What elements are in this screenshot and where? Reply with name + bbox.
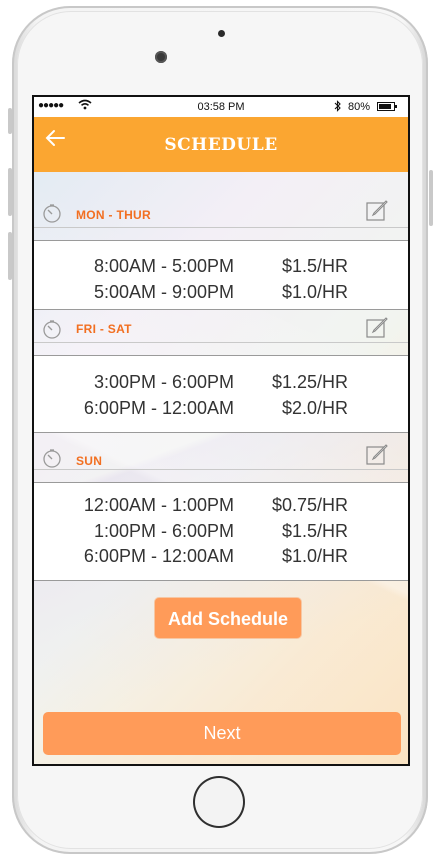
earpiece-speaker [218, 30, 225, 37]
time-range: 6:00PM - 12:00AM [83, 546, 234, 566]
day-label: SUN [76, 454, 103, 468]
day-label: MON - THUR [76, 208, 151, 222]
schedule-row[interactable]: 6:00PM - 12:00AM $1.0/HR [34, 546, 408, 572]
power-button [429, 170, 433, 226]
schedule-row[interactable]: 8:00AM - 5:00PM $1.5/HR [34, 256, 408, 282]
schedule-row[interactable]: 12:00AM - 1:00PM $0.75/HR [34, 495, 408, 521]
status-bar: ●●●●● 03:58 PM 80% [34, 97, 408, 117]
app-header: SCHEDULE [34, 117, 408, 172]
time-range: 6:00PM - 12:00AM [83, 398, 234, 418]
edit-icon[interactable] [366, 443, 388, 465]
section-header-sun: SUN [34, 435, 408, 483]
edit-icon[interactable] [366, 199, 388, 221]
divider [34, 342, 408, 343]
hourly-rate: $1.0/HR [281, 282, 348, 302]
add-schedule-button[interactable]: Add Schedule [154, 597, 302, 639]
timer-icon [43, 204, 61, 223]
home-button[interactable] [193, 776, 245, 828]
edit-icon[interactable] [366, 316, 388, 338]
section-header-mon-thur: MON - THUR [34, 195, 408, 241]
schedule-list-mon-thur: 8:00AM - 5:00PM $1.5/HR 5:00AM - 9:00PM … [34, 241, 408, 310]
battery-percent: 80% [348, 101, 371, 113]
section-header-fri-sat: FRI - SAT [34, 310, 408, 356]
volume-down-button [8, 232, 12, 280]
schedule-list-fri-sat: 3:00PM - 6:00PM $1.25/HR 6:00PM - 12:00A… [34, 356, 408, 433]
divider [34, 227, 408, 228]
time-range: 12:00AM - 1:00PM [83, 495, 234, 515]
timer-icon [43, 320, 61, 339]
time-range: 5:00AM - 9:00PM [93, 282, 234, 302]
bluetooth-icon [334, 100, 342, 115]
hourly-rate: $2.0/HR [281, 398, 348, 418]
mute-switch [8, 108, 12, 134]
app-screen: ●●●●● 03:58 PM 80% SCHEDULE MON - THUR 8… [32, 95, 410, 766]
schedule-row[interactable]: 6:00PM - 12:00AM $2.0/HR [34, 398, 408, 424]
hourly-rate: $1.0/HR [281, 546, 348, 566]
battery-icon [377, 102, 397, 111]
hourly-rate: $0.75/HR [271, 495, 348, 515]
timer-icon [43, 449, 61, 468]
time-range: 8:00AM - 5:00PM [93, 256, 234, 276]
hourly-rate: $1.5/HR [281, 256, 348, 276]
day-label: FRI - SAT [76, 322, 132, 336]
schedule-row[interactable]: 3:00PM - 6:00PM $1.25/HR [34, 372, 408, 398]
schedule-row[interactable]: 1:00PM - 6:00PM $1.5/HR [34, 521, 408, 547]
time-range: 1:00PM - 6:00PM [93, 521, 234, 541]
page-title: SCHEDULE [164, 135, 278, 155]
time-range: 3:00PM - 6:00PM [93, 372, 234, 392]
hourly-rate: $1.5/HR [281, 521, 348, 541]
front-camera [155, 51, 167, 63]
volume-up-button [8, 168, 12, 216]
next-button[interactable]: Next [43, 712, 401, 755]
schedule-list-sun: 12:00AM - 1:00PM $0.75/HR 1:00PM - 6:00P… [34, 483, 408, 581]
divider [34, 469, 408, 470]
schedule-row[interactable]: 5:00AM - 9:00PM $1.0/HR [34, 282, 408, 308]
hourly-rate: $1.25/HR [271, 372, 348, 392]
